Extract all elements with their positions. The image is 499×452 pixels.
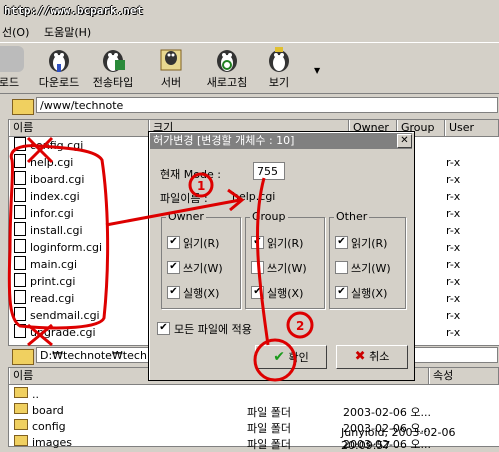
ok-circle <box>253 338 297 382</box>
step-1-number: 1 <box>197 179 205 193</box>
signature: Junyioid, 2003-02-06 20:09:57 <box>341 426 456 452</box>
arrow-to-mode <box>105 198 241 227</box>
annotation-overlay: 1 2 <box>7 136 314 382</box>
step-2-number: 2 <box>296 319 304 333</box>
arrow-to-ok <box>255 177 270 346</box>
files-circle <box>7 144 110 330</box>
